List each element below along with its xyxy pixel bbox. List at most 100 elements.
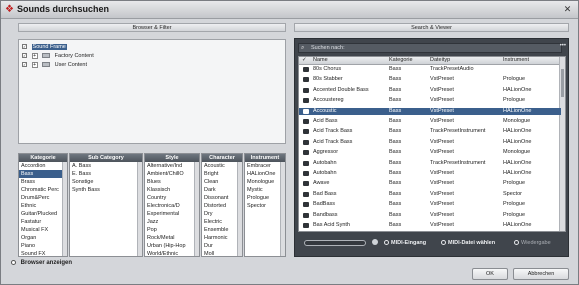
filter-item[interactable]: Pop [145, 226, 199, 234]
filter-item[interactable]: Dissonant [202, 194, 242, 202]
filter-item[interactable]: Urban (Hip-Hop [145, 242, 199, 250]
filter-item[interactable]: Clean [202, 178, 242, 186]
filter-item[interactable]: Sound FX [19, 250, 67, 256]
filter-item[interactable]: Electronica/D [145, 202, 199, 210]
filter-item[interactable]: Piano [19, 242, 67, 250]
filter-item[interactable]: Ambient/ChillO [145, 170, 199, 178]
location-tree: ✓ Sound Frame ✓ + Factory Content ✓ + Us… [18, 39, 286, 144]
filter-item[interactable]: Dry [202, 210, 242, 218]
filter-item[interactable]: Embracer [245, 162, 285, 170]
filter-item[interactable]: E. Bass [70, 170, 142, 178]
result-cell: 80s Stabber [313, 76, 343, 83]
filter-scrollbar[interactable] [237, 162, 242, 256]
filter-item[interactable]: Blues [145, 178, 199, 186]
filter-scrollbar[interactable] [280, 162, 285, 256]
filter-item[interactable]: Guitar/Plucked [19, 210, 67, 218]
checkbox[interactable]: ✓ [22, 44, 27, 50]
tree-item-sound-frame[interactable]: ✓ Sound Frame [22, 43, 67, 51]
expand-icon[interactable]: + [31, 52, 38, 59]
result-row[interactable]: Acid Bass Bass VstPreset Monologue [299, 118, 561, 126]
midi-file-option[interactable]: MIDI-Datei wählen [441, 239, 495, 247]
filter-item[interactable]: Electric [202, 218, 242, 226]
expand-icon[interactable]: + [31, 61, 38, 68]
browser-toggle[interactable]: Browser anzeigen [11, 260, 72, 266]
filter-item[interactable]: Ethnic [19, 202, 67, 210]
filter-item[interactable]: Spector [245, 202, 285, 210]
filter-item[interactable]: Country [145, 194, 199, 202]
result-cell: Bas Acid Synth [313, 222, 350, 228]
filter-item[interactable]: Klassisch [145, 186, 199, 194]
result-row[interactable]: Accoustic Bass VstPreset HALionOne [299, 107, 561, 116]
filter-item[interactable]: Jazz [145, 218, 199, 226]
preview-slider[interactable] [304, 240, 366, 246]
cancel-button[interactable]: Abbrechen [513, 268, 569, 280]
filter-item[interactable]: Mystic [245, 186, 285, 194]
filter-item[interactable]: A. Bass [70, 162, 142, 170]
filter-item[interactable]: Organ [19, 234, 67, 242]
midi-input-option[interactable]: MIDI-Eingang [384, 239, 426, 247]
filter-item[interactable]: World/Ethnic [145, 250, 199, 256]
result-row[interactable]: Aggressor Bass VstPreset Monologue [299, 149, 561, 157]
checkbox[interactable]: ✓ [22, 62, 27, 68]
result-row[interactable]: 80s Stabber Bass VstPreset Prologue [299, 76, 561, 84]
column-header-kategorie[interactable]: Kategorie [389, 57, 423, 65]
result-row[interactable]: Acid Track Bass Bass TrackPresetInstrument… [299, 128, 561, 136]
filter-item[interactable]: Bass [19, 170, 67, 178]
result-row[interactable]: Acid Track Bass Bass VstPreset HALionOne [299, 139, 561, 147]
tree-item-user-content[interactable]: ✓ + User Content [22, 61, 87, 69]
search-input[interactable]: ⌕ Suchen nach: [298, 43, 562, 53]
filter-item[interactable]: Prologue [245, 194, 285, 202]
result-cell: Accoustic [313, 107, 337, 114]
result-cell: VstPreset [430, 107, 454, 114]
column-header-name[interactable]: Name [313, 57, 383, 65]
more-icon[interactable]: ••• [560, 43, 566, 49]
filter-item[interactable]: Dur [202, 242, 242, 250]
filter-item[interactable]: Ensemble [202, 226, 242, 234]
filter-item[interactable]: Harmonic [202, 234, 242, 242]
play-icon[interactable] [372, 239, 378, 245]
filter-item[interactable]: Drum&Perc [19, 194, 67, 202]
result-row[interactable]: Autobahn Bass TrackPresetInstrument HALionO… [299, 160, 561, 168]
result-row[interactable]: Accented Double Bass Bass VstPreset HALionO… [299, 87, 561, 95]
preset-icon [303, 108, 309, 114]
filter-item[interactable]: Chromatic Perc [19, 186, 67, 194]
result-cell: Autobahn [313, 170, 337, 176]
result-cell: Bass [389, 211, 402, 218]
playback-option[interactable]: Wiedergabe [514, 239, 551, 247]
result-row[interactable]: Autobahn Bass VstPreset HALionOne [299, 170, 561, 178]
filter-item[interactable]: Accordion [19, 162, 67, 170]
result-row[interactable]: Bas Acid Synth Bass VstPreset HALionOne [299, 222, 561, 230]
filter-item[interactable]: Moll [202, 250, 242, 256]
filter-scrollbar[interactable] [194, 162, 199, 256]
filter-item[interactable]: Dark [202, 186, 242, 194]
filter-item[interactable]: Bright [202, 170, 242, 178]
filter-item[interactable]: Sonstige [70, 178, 142, 186]
sort-icon[interactable]: ✓ [302, 57, 307, 65]
filter-scrollbar[interactable] [137, 162, 142, 256]
checkbox[interactable]: ✓ [22, 53, 27, 59]
scroll-thumb[interactable] [561, 69, 564, 97]
result-row[interactable]: Bad Bass Bass VstPreset Spector [299, 191, 561, 199]
tree-item-factory-content[interactable]: ✓ + Factory Content [22, 52, 94, 60]
result-row[interactable]: Awave Bass VstPreset Prologue [299, 180, 561, 188]
filter-item[interactable]: Musical FX [19, 226, 67, 234]
filter-item[interactable]: Distorted [202, 202, 242, 210]
filter-item[interactable]: Alternative/Ind [145, 162, 199, 170]
filter-item[interactable]: Synth Bass [70, 186, 142, 194]
filter-item[interactable]: Acoustic [202, 162, 242, 170]
result-row[interactable]: 80s Chorus Bass TrackPresetAudio [299, 66, 561, 74]
column-header-instrument[interactable]: Instrument [503, 57, 559, 65]
filter-item[interactable]: Fastatur [19, 218, 67, 226]
filter-item[interactable]: HALionOne [245, 170, 285, 178]
ok-button[interactable]: OK [472, 268, 508, 280]
close-icon[interactable]: ✕ [562, 4, 573, 15]
filter-item[interactable]: Experimental [145, 210, 199, 218]
result-row[interactable]: BadBass Bass VstPreset Prologue [299, 201, 561, 209]
result-row[interactable]: Bandbass Bass VstPreset Prologue [299, 212, 561, 220]
column-header-dateityp[interactable]: Dateityp [430, 57, 492, 65]
filter-item[interactable]: Monologue [245, 178, 285, 186]
filter-item[interactable]: Rock/Metal [145, 234, 199, 242]
result-row[interactable]: Accoustereg Bass VstPreset Prologue [299, 97, 561, 105]
filter-item[interactable]: Brass [19, 178, 67, 186]
filter-scrollbar[interactable] [62, 162, 67, 256]
